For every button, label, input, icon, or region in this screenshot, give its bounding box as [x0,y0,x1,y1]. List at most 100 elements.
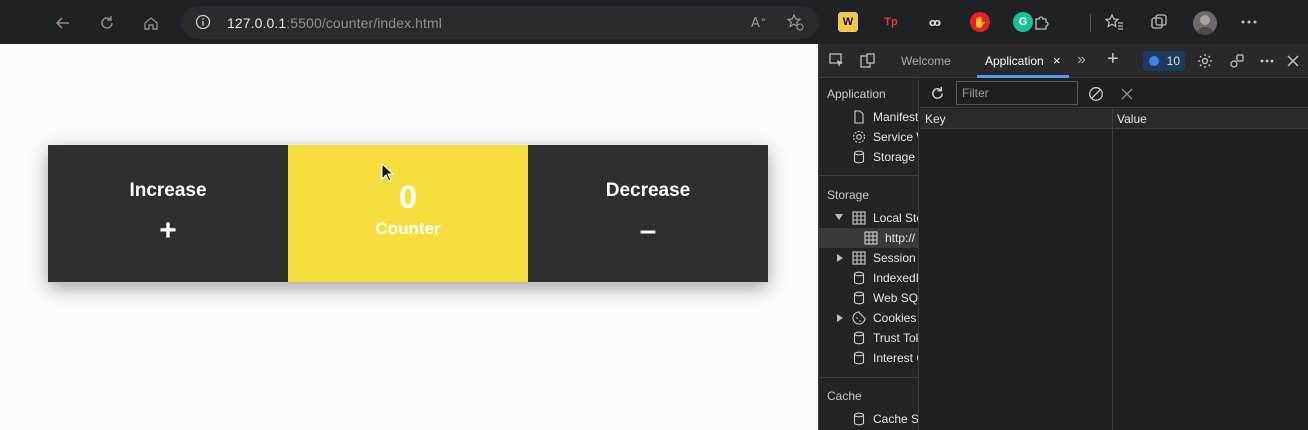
counter-label: Counter [375,219,441,238]
sidebar-item-service-workers[interactable]: Service W [819,127,918,147]
sidebar-item-label: Cache S [873,412,919,426]
devtools-settings-icon[interactable] [1197,53,1213,74]
svg-text:»: » [761,15,766,24]
hand-extension-icon[interactable]: ✋ [970,12,990,32]
sidebar-item-label: Service W [873,130,918,144]
sidebar-item-label: Storage [873,150,916,164]
storage-table-header: Key Value [920,109,1308,129]
expand-arrow-icon[interactable] [835,214,843,220]
minus-icon: – [639,214,657,247]
issues-badge[interactable]: 10 [1143,51,1185,71]
home-icon [144,17,158,30]
storage-view: Key Value [920,79,1308,430]
sidebar-item-manifest[interactable]: Manifest [819,107,919,127]
collections-icon[interactable] [1150,13,1168,36]
refresh-icon[interactable] [929,85,946,107]
svg-text:A: A [751,16,760,30]
column-key[interactable]: Key [925,112,946,126]
sidebar-item-cache-storage[interactable]: Cache S [819,409,919,429]
site-info-icon[interactable] [195,14,211,35]
sidebar-item-interest-groups[interactable]: Interest G [819,348,918,368]
collapse-arrow-icon[interactable] [837,254,843,262]
sidebar-item-web-sql[interactable]: Web SQL [819,288,918,308]
address-bar[interactable]: 127.0.0.1:5500/counter/index.html A» [181,6,819,39]
device-emulation-icon[interactable] [860,53,876,74]
favorites-icon[interactable] [1104,13,1124,36]
w-extension-icon[interactable]: W [838,12,858,32]
sidebar-item-localhost-origin[interactable]: http:// [819,228,918,248]
url-path: :5500/counter/index.html [286,15,443,31]
clear-all-icon[interactable] [1088,86,1104,107]
increase-label: Increase [129,180,207,201]
grammarly-extension-icon[interactable]: G [1013,12,1033,32]
column-divider [1112,109,1113,430]
sidebar-item-label: Local Sto [873,211,919,225]
back-button[interactable] [50,10,76,36]
sidebar-item-label: Trust Tok [873,331,919,345]
cookie-icon [852,311,866,325]
filter-input[interactable] [956,81,1078,105]
read-aloud-icon[interactable]: A» [751,14,769,35]
sidebar-section-storage: Storage [827,188,870,202]
url-text: 127.0.0.1:5500/counter/index.html [227,15,442,31]
file-icon [854,110,864,124]
sidebar-item-label: Interest G [873,351,918,365]
issues-count: 10 [1166,54,1180,68]
column-value[interactable]: Value [1117,112,1147,126]
connect-device-icon[interactable] [1229,53,1245,74]
sidebar-section-cache: Cache [827,389,862,403]
more-tabs-icon[interactable]: » [1077,51,1086,69]
sidebar-item-label: Cookies [873,311,917,325]
devtools-panel: Welcome Application × » + 10 Application… [818,44,1308,430]
table-grid-icon [852,251,866,265]
extensions-puzzle-icon[interactable] [1032,13,1050,36]
sidebar-item-indexeddb[interactable]: IndexedD [819,268,918,288]
add-favorite-icon[interactable] [786,13,804,36]
devtools-close-icon[interactable] [1285,53,1301,74]
tp-extension-icon[interactable]: Tp [881,12,901,32]
sidebar-item-label: IndexedD [873,271,918,285]
refresh-icon [101,16,113,29]
sidebar-item-local-storage[interactable]: Local Sto [819,208,919,228]
sidebar-section-application: Application [827,87,886,101]
toolbar-divider [1090,14,1091,32]
sidebar-divider [819,377,918,378]
decrease-button[interactable]: Decrease – [528,145,768,282]
collapse-arrow-icon[interactable] [837,314,843,322]
devtools-more-icon[interactable] [1259,53,1275,74]
sidebar-item-session-storage[interactable]: Session [819,248,918,268]
application-sidebar: Application Manifest Service W Storage S… [819,79,919,430]
database-icon [853,150,865,164]
table-grid-icon [852,211,866,225]
devtools-tabbar: Welcome Application × » + 10 [819,44,1308,78]
sidebar-divider [819,175,918,176]
active-tab-indicator [977,75,1069,78]
sidebar-item-label: Manifest [873,110,919,124]
increase-button[interactable]: Increase + [48,145,288,282]
url-host: 127.0.0.1 [227,15,287,31]
tab-application[interactable]: Application [985,54,1044,68]
inspect-element-icon[interactable] [829,53,845,74]
database-icon [853,271,865,285]
delete-selected-icon[interactable] [1120,87,1134,106]
sidebar-item-trust-tokens[interactable]: Trust Tok [819,328,919,348]
settings-more-icon[interactable] [1240,13,1258,36]
refresh-button[interactable] [94,10,120,36]
counter-value: 0 [399,179,417,215]
close-tab-icon[interactable]: × [1053,53,1061,68]
home-button[interactable] [138,10,164,36]
table-grid-icon [864,231,878,245]
add-tab-icon[interactable]: + [1107,48,1119,71]
tab-welcome[interactable]: Welcome [901,54,951,68]
sidebar-item-storage[interactable]: Storage [819,147,918,167]
database-icon [853,351,865,365]
database-icon [853,412,865,426]
browser-toolbar: 127.0.0.1:5500/counter/index.html A» W Tp… [0,0,1308,44]
infinity-extension-icon[interactable]: ꝏ [925,12,945,32]
back-arrow-icon [55,17,69,29]
gear-icon [852,130,866,144]
sidebar-item-label: http:// [885,231,916,245]
profile-avatar[interactable] [1193,11,1217,35]
sidebar-item-cookies[interactable]: Cookies [819,308,918,328]
sidebar-item-label: Session [873,251,916,265]
